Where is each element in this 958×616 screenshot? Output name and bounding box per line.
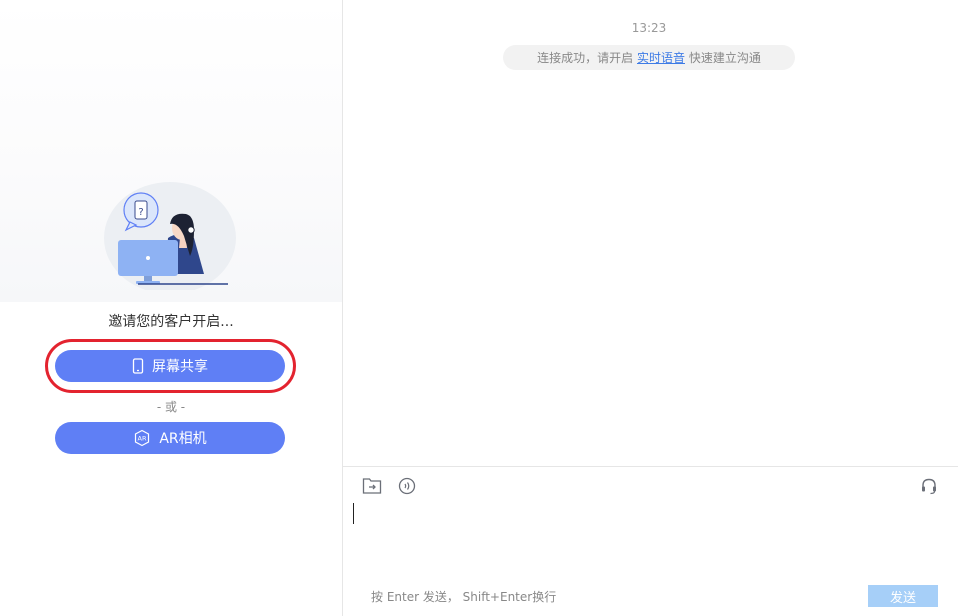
ar-camera-icon: AR <box>133 429 151 447</box>
notice-suffix: 快速建立沟通 <box>685 51 761 65</box>
screen-share-button[interactable]: 屏幕共享 <box>55 350 285 382</box>
screen-share-label: 屏幕共享 <box>152 359 208 375</box>
ar-camera-label: AR相机 <box>159 431 207 447</box>
left-panel: ? 邀请您的客户开启... 屏幕共享 - 或 - AR AR相机 <box>0 0 342 616</box>
question-mark: ? <box>138 207 143 218</box>
invite-text: 邀请您的客户开启... <box>108 314 234 330</box>
chat-timestamp: 13:23 <box>631 21 667 35</box>
text-caret <box>353 503 354 524</box>
ar-camera-button[interactable]: AR AR相机 <box>55 422 285 454</box>
folder-icon <box>362 478 382 494</box>
notice-prefix: 连接成功，请开启 <box>537 51 637 65</box>
or-separator: - 或 - <box>156 400 186 414</box>
send-button[interactable]: 发送 <box>868 585 938 607</box>
send-hint: 按 Enter 发送， Shift+Enter换行 <box>371 590 557 604</box>
app-window: ? 邀请您的客户开启... 屏幕共享 - 或 - AR AR相机 13:23 连… <box>0 0 958 616</box>
voice-icon <box>398 477 416 495</box>
folder-button[interactable] <box>361 475 383 497</box>
chat-panel: 13:23 连接成功，请开启 实时语音 快速建立沟通 按 Enter 发送， S… <box>343 0 958 616</box>
connection-notice: 连接成功，请开启 实时语音 快速建立沟通 <box>503 45 795 70</box>
ar-badge-text: AR <box>138 435 147 443</box>
headset-icon <box>922 478 936 495</box>
voice-button[interactable] <box>396 475 418 497</box>
phone-icon <box>132 358 144 374</box>
message-input[interactable] <box>351 501 947 581</box>
headset-button[interactable] <box>918 475 940 497</box>
realtime-voice-link[interactable]: 实时语音 <box>637 49 685 66</box>
customer-service-illustration: ? <box>104 182 236 290</box>
message-composer: 按 Enter 发送， Shift+Enter换行 发送 <box>343 466 958 616</box>
